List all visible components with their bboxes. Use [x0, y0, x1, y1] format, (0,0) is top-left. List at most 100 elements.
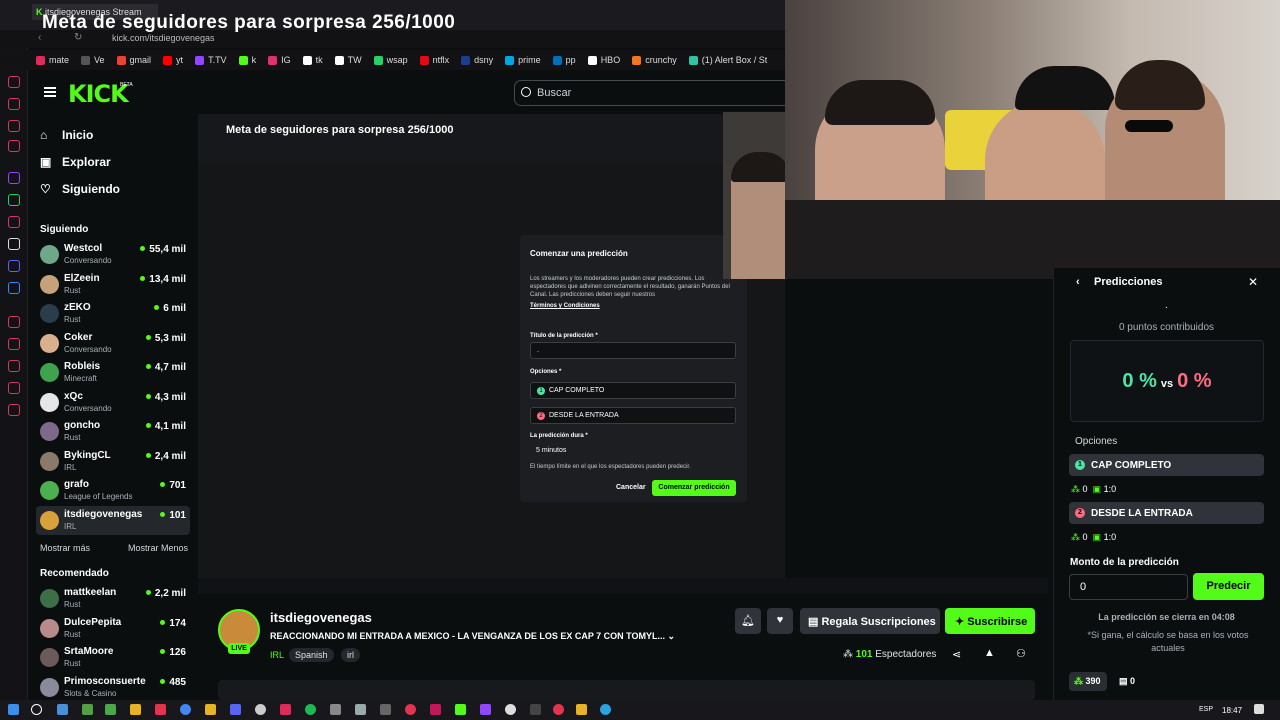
channel-item[interactable]: BykingCL IRL 2,4 mil	[36, 447, 190, 476]
predict-button[interactable]: Predecir	[1193, 573, 1264, 600]
taskbar-app-icon[interactable]	[255, 704, 266, 715]
channel-item[interactable]: Primosconsuerte Slots & Casino 485	[36, 673, 190, 702]
channel-item[interactable]: itsdiegovenegas IRL 101	[36, 505, 190, 535]
taskbar-app-icon[interactable]	[380, 704, 391, 715]
nav-following[interactable]: ♡ Siguiendo	[40, 182, 120, 196]
taskbar-app-icon[interactable]	[330, 704, 341, 715]
app-icon[interactable]	[8, 338, 20, 350]
channel-item[interactable]: SrtaMoore Rust 126	[36, 643, 190, 672]
prediction-option-1[interactable]: 1 CAP COMPLETO	[1069, 454, 1264, 476]
channel-item[interactable]: DulcePepita Rust 174	[36, 614, 190, 643]
back-icon[interactable]: ‹	[38, 32, 41, 43]
user-add-icon[interactable]: ⚇	[1016, 647, 1026, 660]
chrome-icon[interactable]	[180, 704, 191, 715]
taskbar-app-icon[interactable]	[105, 704, 116, 715]
chevron-down-icon[interactable]: ⌄	[668, 631, 676, 641]
channel-item[interactable]: grafo League of Legends 701	[36, 476, 190, 505]
opera-taskbar-icon[interactable]	[155, 704, 166, 715]
clock[interactable]: 18:47	[1222, 706, 1242, 715]
app-icon[interactable]	[8, 140, 20, 152]
taskbar-app-icon[interactable]	[205, 704, 216, 715]
taskbar-app-icon[interactable]	[455, 704, 466, 715]
channel-item[interactable]: Coker Conversando 5,3 mil	[36, 329, 190, 358]
user-points-badge[interactable]: ⁂ 390	[1069, 672, 1107, 691]
notifications-icon[interactable]	[1254, 704, 1264, 714]
bookmark-item[interactable]: crunchy	[632, 55, 677, 65]
instagram-icon[interactable]	[8, 216, 20, 228]
bookmark-item[interactable]: TW	[334, 55, 362, 65]
bookmark-item[interactable]: prime	[505, 55, 541, 65]
channel-item[interactable]: ElZeein Rust 13,4 mil	[36, 270, 190, 299]
bookmark-item[interactable]: HBO	[587, 55, 620, 65]
gift-count[interactable]: ▤ 0	[1119, 676, 1135, 687]
search-icon[interactable]	[31, 704, 42, 715]
gift-subs-button[interactable]: ▤ Regala Suscripciones	[800, 608, 940, 634]
discord-icon[interactable]	[8, 260, 20, 272]
bookmark-item[interactable]: (1) Alert Box / St	[688, 55, 767, 65]
bookmark-item[interactable]: mate	[36, 55, 69, 65]
app-icon[interactable]	[8, 316, 20, 328]
stream-category[interactable]: IRL	[270, 650, 284, 660]
back-icon[interactable]: ‹	[1076, 276, 1080, 288]
twitch-icon[interactable]	[8, 172, 20, 184]
share-icon[interactable]: ⋖	[952, 648, 961, 661]
show-more-link[interactable]: Mostrar más	[40, 543, 90, 553]
nav-home[interactable]: ⌂ Inicio	[40, 128, 93, 142]
subscribe-button[interactable]: ✦ Suscribirse	[945, 608, 1035, 634]
tag-spanish[interactable]: Spanish	[289, 648, 334, 662]
app-icon[interactable]	[8, 98, 20, 110]
channel-item[interactable]: zEKO Rust 6 mil	[36, 299, 190, 328]
taskbar-app-icon[interactable]	[130, 704, 141, 715]
url-text[interactable]: kick.com/itsdiegovenegas	[112, 33, 215, 43]
whatsapp-icon[interactable]	[8, 194, 20, 206]
steam-icon[interactable]	[355, 704, 366, 715]
bookmark-item[interactable]: tk	[302, 55, 323, 65]
taskbar-app-icon[interactable]	[280, 704, 291, 715]
tag-irl[interactable]: irl	[341, 648, 360, 662]
report-icon[interactable]: ▲	[984, 647, 995, 659]
close-icon[interactable]: ✕	[1248, 275, 1258, 289]
telegram-icon[interactable]	[600, 704, 611, 715]
hamburger-menu-icon[interactable]	[44, 87, 56, 97]
app-icon[interactable]	[8, 76, 20, 88]
taskbar-app-icon[interactable]	[57, 704, 68, 715]
bookmark-item[interactable]: gmail	[116, 55, 151, 65]
app-icon[interactable]	[8, 120, 20, 132]
bookmark-item[interactable]: T.TV	[195, 55, 227, 65]
taskbar-app-icon[interactable]	[430, 704, 441, 715]
search-input[interactable]: Buscar	[514, 80, 794, 106]
taskbar-app-icon[interactable]	[553, 704, 564, 715]
bookmark-item[interactable]: k	[238, 55, 256, 65]
language-indicator[interactable]: ESP	[1199, 706, 1213, 713]
taskbar-app-icon[interactable]	[576, 704, 587, 715]
x-icon[interactable]	[8, 238, 20, 250]
channel-item[interactable]: goncho Rust 4,1 mil	[36, 417, 190, 446]
stream-video[interactable]: Meta de seguidores para sorpresa 256/100…	[198, 114, 785, 586]
settings-icon[interactable]	[8, 404, 20, 416]
channel-item[interactable]: mattkeelan Rust 2,2 mil	[36, 584, 190, 613]
bookmark-item[interactable]: Ve	[81, 55, 105, 65]
show-less-link[interactable]: Mostrar Menos	[128, 543, 188, 553]
bookmark-item[interactable]: ntflx	[419, 55, 449, 65]
app-icon[interactable]	[8, 360, 20, 372]
channel-item[interactable]: Westcol Conversando 55,4 mil	[36, 240, 190, 269]
app-icon[interactable]	[8, 282, 20, 294]
spotify-icon[interactable]	[305, 704, 316, 715]
prediction-option-2[interactable]: 2 DESDE LA ENTRADA	[1069, 502, 1264, 524]
bookmark-item[interactable]: pp	[552, 55, 576, 65]
bookmark-item[interactable]: dsny	[461, 55, 493, 65]
windows-start-icon[interactable]	[8, 704, 19, 715]
taskbar-app-icon[interactable]	[82, 704, 93, 715]
amount-input[interactable]: 0	[1069, 574, 1188, 600]
discord-taskbar-icon[interactable]	[230, 704, 241, 715]
channel-item[interactable]: Robleis Minecraft 4,7 mil	[36, 358, 190, 387]
bookmark-item[interactable]: wsap	[373, 55, 408, 65]
bell-icon[interactable]: 🔔︎	[735, 608, 761, 634]
channel-name[interactable]: itsdiegovenegas	[270, 610, 372, 625]
kick-logo[interactable]: KICK	[68, 80, 129, 108]
twitch-taskbar-icon[interactable]	[480, 704, 491, 715]
taskbar-app-icon[interactable]	[530, 704, 541, 715]
follow-heart-icon[interactable]: ♥	[767, 608, 793, 634]
nav-explore[interactable]: ▣ Explorar	[40, 155, 111, 169]
bookmark-item[interactable]: IG	[268, 55, 291, 65]
